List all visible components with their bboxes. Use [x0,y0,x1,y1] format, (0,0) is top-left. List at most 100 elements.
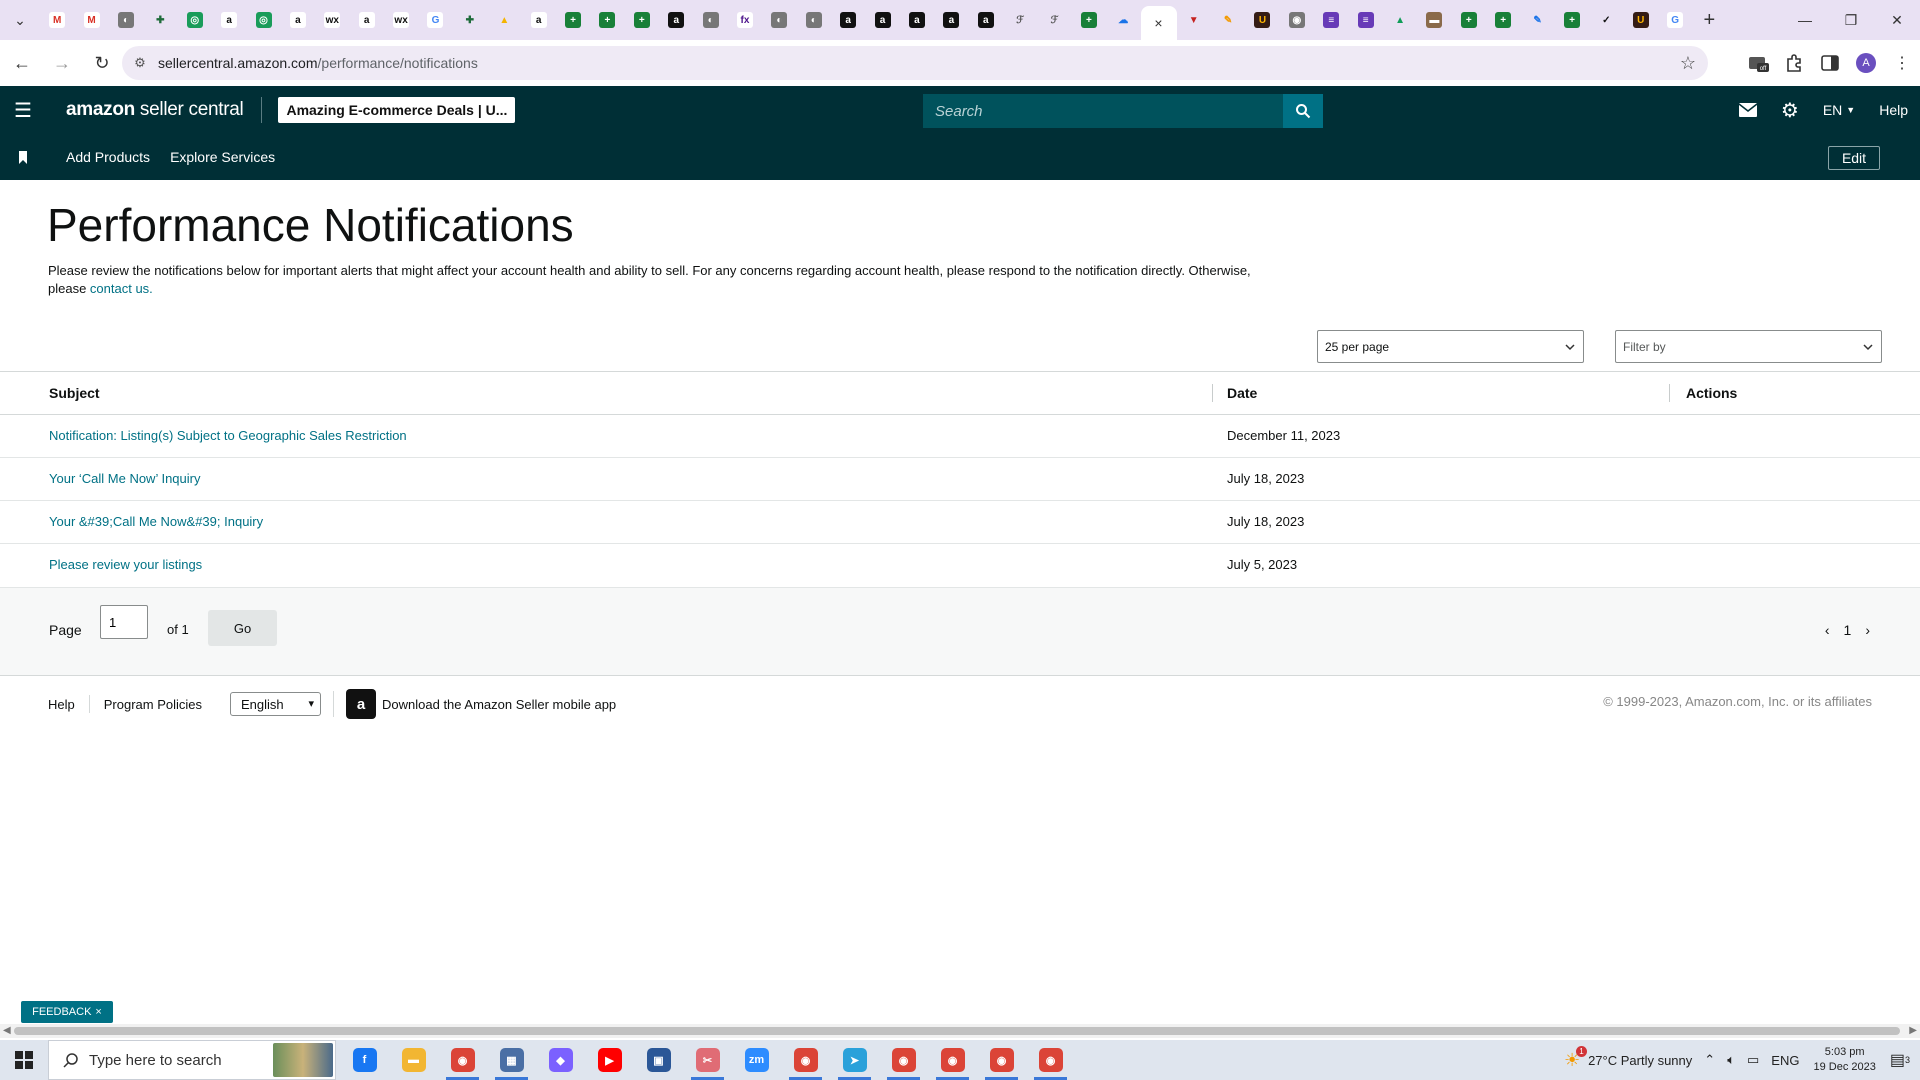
browser-tab[interactable]: U [1245,4,1279,36]
profile-avatar[interactable]: A [1848,45,1884,81]
feedback-button[interactable]: FEEDBACK × [21,1001,113,1023]
notification-subject-link[interactable]: Please review your listings [49,557,202,572]
bookmark-star-icon[interactable]: ☆ [1680,53,1696,74]
network-icon[interactable]: ▭ [1741,1052,1765,1068]
browser-tab[interactable]: a [831,4,865,36]
help-link[interactable]: Help [1867,86,1920,134]
browser-tab[interactable]: a [281,4,315,36]
browser-tab[interactable]: + [625,4,659,36]
input-language[interactable]: ENG [1765,1053,1805,1068]
browser-tab[interactable]: ✓ [1589,4,1623,36]
browser-tab[interactable]: M [74,4,108,36]
browser-tab[interactable]: ℱ [1003,4,1037,36]
browser-tab[interactable]: ◐ [693,4,727,36]
tray-overflow-icon[interactable]: ⌃ [1698,1052,1721,1068]
restore-icon[interactable]: ❐ [1828,0,1874,40]
browser-tab[interactable]: ◉ [1280,4,1314,36]
browser-tab[interactable]: ≡ [1314,4,1348,36]
contact-us-link[interactable]: contact us. [90,281,153,296]
side-panel-icon[interactable] [1812,45,1848,81]
browser-tab[interactable]: + [1555,4,1589,36]
browser-tab[interactable]: a [934,4,968,36]
bookmark-icon[interactable] [0,150,46,164]
column-header-date[interactable]: Date [1227,385,1257,401]
browser-tab[interactable]: ≡ [1348,4,1382,36]
active-browser-tab[interactable]: × [1140,6,1177,40]
browser-tab[interactable]: a [865,4,899,36]
extension-off-icon[interactable]: off [1740,45,1776,81]
browser-tab[interactable]: ▼ [1177,4,1211,36]
browser-tab[interactable]: ◐ [797,4,831,36]
site-info-icon[interactable]: ⚙ [122,55,158,71]
taskbar-app[interactable]: f [340,1040,389,1080]
close-icon[interactable]: × [95,1006,101,1018]
browser-tab[interactable]: ▬ [1417,4,1451,36]
seller-central-logo[interactable]: amazon seller central [66,99,244,121]
notification-subject-link[interactable]: Your ‘Call Me Now’ Inquiry [49,471,201,486]
column-header-subject[interactable]: Subject [49,385,100,401]
messages-button[interactable] [1727,86,1769,134]
per-page-select[interactable]: 25 per page [1317,330,1584,363]
browser-tab[interactable]: a [659,4,693,36]
chrome-menu-icon[interactable]: ⋮ [1884,45,1920,81]
settings-button[interactable]: ⚙ [1769,86,1811,134]
taskbar-app[interactable]: ◉ [977,1040,1026,1080]
taskbar-app[interactable]: ▶ [585,1040,634,1080]
header-search-input[interactable] [923,94,1283,128]
browser-tab[interactable]: + [590,4,624,36]
taskbar-clock[interactable]: 5:03 pm 19 Dec 2023 [1805,1045,1883,1075]
scroll-right-icon[interactable]: ▶ [1909,1025,1917,1036]
search-button[interactable] [1283,94,1323,128]
browser-tab[interactable]: a [900,4,934,36]
language-selector[interactable]: EN ▼ [1811,86,1867,134]
browser-tab[interactable]: U [1624,4,1658,36]
download-app-link[interactable]: a Download the Amazon Seller mobile app [346,689,616,719]
notification-subject-link[interactable]: Notification: Listing(s) Subject to Geog… [49,428,407,443]
notification-subject-link[interactable]: Your &#39;Call Me Now&#39; Inquiry [49,514,263,529]
page-number-input[interactable] [100,605,148,639]
extensions-puzzle-icon[interactable] [1776,45,1812,81]
browser-tab[interactable]: ℱ [1037,4,1071,36]
close-tab-icon[interactable]: × [1154,15,1162,31]
store-selector[interactable]: Amazing E-commerce Deals | U... [278,97,516,123]
edit-nav-button[interactable]: Edit [1828,146,1880,170]
reload-icon[interactable]: ↻ [84,45,120,81]
browser-tab[interactable]: + [1452,4,1486,36]
hamburger-menu-icon[interactable]: ☰ [0,86,46,134]
browser-tab[interactable]: wx [315,4,349,36]
forward-icon[interactable]: → [44,45,80,81]
browser-tab[interactable]: a [212,4,246,36]
scrollbar-thumb[interactable] [14,1027,1900,1035]
horizontal-scrollbar[interactable]: ◀ ▶ [0,1024,1920,1038]
browser-tab[interactable]: ☁ [1106,4,1140,36]
windows-start-button[interactable] [0,1040,48,1080]
nav-explore-services[interactable]: Explore Services [170,149,275,165]
browser-tab[interactable]: ✎ [1520,4,1554,36]
volume-icon[interactable]: 🔈︎ [1721,1052,1741,1068]
next-page-icon[interactable]: › [1865,622,1870,638]
browser-tab[interactable]: + [556,4,590,36]
taskbar-app[interactable]: ◉ [781,1040,830,1080]
taskbar-search[interactable]: Type here to search [48,1040,336,1080]
taskbar-app[interactable]: ▦ [487,1040,536,1080]
current-page-number[interactable]: 1 [1844,622,1852,638]
taskbar-app[interactable]: ◉ [1026,1040,1075,1080]
url-text[interactable]: sellercentral.amazon.com/performance/not… [158,55,478,71]
new-tab-icon[interactable]: + [1692,4,1726,36]
taskbar-app[interactable]: ➤ [830,1040,879,1080]
browser-tab[interactable]: ◎ [178,4,212,36]
footer-language-select[interactable]: English ▾ [230,692,322,716]
taskbar-app[interactable]: ▬ [389,1040,438,1080]
browser-tab[interactable]: ◎ [246,4,280,36]
browser-tab[interactable]: a [521,4,555,36]
browser-tab[interactable]: G [1658,4,1692,36]
taskbar-app[interactable]: ◉ [438,1040,487,1080]
browser-tab[interactable]: + [1072,4,1106,36]
back-icon[interactable]: ← [4,45,40,81]
scroll-left-icon[interactable]: ◀ [3,1025,11,1036]
browser-tab[interactable]: a [969,4,1003,36]
go-button[interactable]: Go [208,610,277,646]
browser-tab[interactable]: fx [728,4,762,36]
footer-program-policies-link[interactable]: Program Policies [90,695,216,713]
browser-tab[interactable]: ◐ [762,4,796,36]
